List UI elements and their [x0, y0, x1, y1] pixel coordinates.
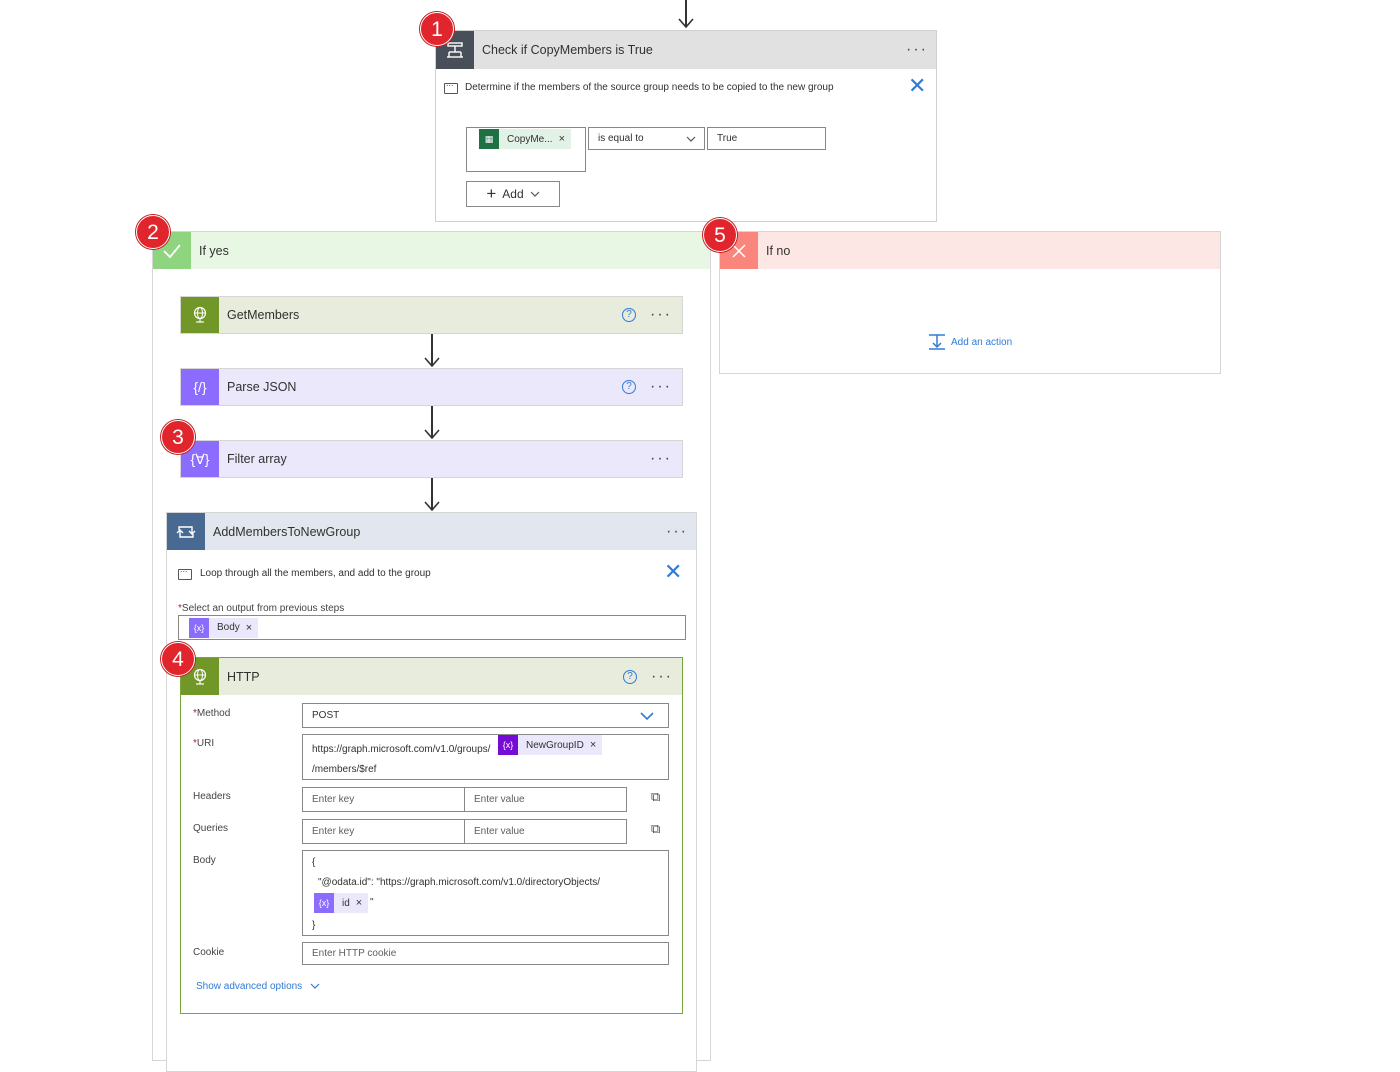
- body-text-line: "@odata.id": "https://graph.microsoft.co…: [318, 877, 601, 888]
- callout-badge-3: 3: [161, 420, 195, 454]
- uri-input[interactable]: https://graph.microsoft.com/v1.0/groups/…: [302, 734, 669, 780]
- data-operation-icon: {x}: [314, 893, 334, 913]
- callout-badge-1: 1: [420, 12, 454, 46]
- show-advanced-options-link[interactable]: Show advanced options: [196, 981, 320, 992]
- if-yes-label: If yes: [199, 243, 229, 258]
- action-title: GetMembers: [227, 308, 300, 322]
- method-label: *Method: [193, 708, 231, 719]
- data-operation-icon: {/}: [181, 369, 219, 405]
- uri-label: *URI: [193, 738, 215, 749]
- method-select[interactable]: POST: [302, 703, 669, 728]
- condition-card: Check if CopyMembers is True ··· Determi…: [435, 30, 937, 222]
- headers-key-input[interactable]: Enter key: [302, 787, 465, 812]
- more-options-icon[interactable]: ···: [902, 42, 932, 58]
- condition-operand-left[interactable]: ▦ CopyMe... ×: [466, 127, 586, 172]
- body-text-line: ": [370, 897, 374, 908]
- close-comment-icon[interactable]: ✕: [664, 561, 682, 583]
- copymembers-token[interactable]: ▦ CopyMe... ×: [479, 129, 572, 149]
- connector-arrowhead: [678, 18, 694, 29]
- more-options-icon[interactable]: ···: [647, 668, 677, 684]
- chevron-down-icon: [686, 136, 696, 142]
- more-options-icon[interactable]: ···: [646, 451, 676, 467]
- callout-badge-5: 5: [703, 218, 737, 252]
- chevron-down-icon: [310, 983, 320, 989]
- action-title: Filter array: [227, 452, 287, 466]
- comment-icon: [178, 564, 192, 580]
- add-an-action-button[interactable]: Add an action: [928, 333, 1012, 351]
- chevron-down-icon: [530, 191, 540, 197]
- more-options-icon[interactable]: ···: [646, 379, 676, 395]
- loop-title: AddMembersToNewGroup: [213, 524, 361, 539]
- operator-select[interactable]: is equal to: [588, 127, 705, 150]
- uri-suffix-text: /members/$ref: [312, 764, 377, 775]
- condition-title: Check if CopyMembers is True: [482, 43, 653, 57]
- parse-json-header[interactable]: {/} Parse JSON ? ···: [181, 369, 682, 405]
- more-options-icon[interactable]: ···: [646, 307, 676, 323]
- plus-icon: +: [486, 184, 497, 203]
- more-options-icon[interactable]: ···: [662, 523, 692, 539]
- help-icon[interactable]: ?: [623, 669, 637, 684]
- action-title: Parse JSON: [227, 380, 297, 394]
- loop-header[interactable]: AddMembersToNewGroup ···: [167, 513, 696, 550]
- excel-icon: ▦: [479, 129, 499, 149]
- if-no-branch: If no Add an action: [719, 231, 1221, 374]
- http-title: HTTP: [227, 669, 260, 684]
- remove-token-icon[interactable]: ×: [246, 622, 258, 634]
- chevron-down-icon: [640, 712, 654, 721]
- condition-header[interactable]: Check if CopyMembers is True ···: [436, 31, 936, 69]
- headers-value-input[interactable]: Enter value: [464, 787, 627, 812]
- queries-label: Queries: [193, 823, 229, 834]
- body-text-line: {: [312, 857, 316, 868]
- body-token[interactable]: {x} Body ×: [189, 617, 259, 638]
- http-action-card: HTTP ? ··· *Method POST *URI https://gra…: [180, 657, 683, 1014]
- newgroupid-token[interactable]: {x} NewGroupID ×: [498, 735, 603, 755]
- comment-icon: [444, 78, 458, 94]
- switch-to-text-mode-icon[interactable]: ⧉: [651, 789, 660, 805]
- help-icon[interactable]: ?: [622, 380, 636, 394]
- remove-token-icon[interactable]: ×: [356, 897, 368, 909]
- if-yes-header[interactable]: If yes: [153, 232, 710, 269]
- variable-icon: {x}: [498, 735, 518, 755]
- condition-comment[interactable]: Determine if the members of the source g…: [465, 82, 834, 93]
- headers-label: Headers: [193, 791, 231, 802]
- id-token[interactable]: {x} id ×: [314, 893, 369, 913]
- data-operation-icon: {x}: [189, 617, 209, 638]
- condition-value-input[interactable]: True: [707, 127, 826, 150]
- getmembers-header[interactable]: GetMembers ? ···: [181, 297, 682, 333]
- action-card-getmembers[interactable]: GetMembers ? ···: [180, 296, 683, 334]
- action-card-parse-json[interactable]: {/} Parse JSON ? ···: [180, 368, 683, 406]
- filter-array-header[interactable]: {∀} Filter array ···: [181, 441, 682, 477]
- add-button[interactable]: + Add: [466, 181, 560, 207]
- loop-comment[interactable]: Loop through all the members, and add to…: [200, 568, 431, 579]
- callout-badge-2: 2: [136, 215, 170, 249]
- body-label: Body: [193, 855, 216, 866]
- help-icon[interactable]: ?: [622, 308, 636, 322]
- cookie-input[interactable]: Enter HTTP cookie: [302, 942, 669, 965]
- if-no-label: If no: [766, 243, 791, 258]
- select-output-label: *Select an output from previous steps: [178, 603, 345, 614]
- queries-key-input[interactable]: Enter key: [302, 819, 465, 844]
- close-comment-icon[interactable]: ✕: [908, 75, 926, 97]
- remove-token-icon[interactable]: ×: [590, 739, 602, 751]
- remove-token-icon[interactable]: ×: [559, 133, 571, 145]
- callout-badge-4: 4: [161, 642, 195, 676]
- cookie-label: Cookie: [193, 947, 225, 958]
- action-card-filter-array[interactable]: {∀} Filter array ···: [180, 440, 683, 478]
- queries-value-input[interactable]: Enter value: [464, 819, 627, 844]
- body-input[interactable]: { "@odata.id": "https://graph.microsoft.…: [302, 850, 669, 936]
- if-no-header[interactable]: If no: [720, 232, 1220, 269]
- http-header[interactable]: HTTP ? ···: [181, 658, 682, 695]
- select-output-input[interactable]: {x} Body ×: [178, 615, 686, 640]
- globe-icon: [181, 297, 219, 333]
- switch-to-text-mode-icon[interactable]: ⧉: [651, 821, 660, 837]
- loop-icon: [167, 513, 205, 550]
- body-text-line: }: [312, 920, 316, 931]
- uri-prefix-text: https://graph.microsoft.com/v1.0/groups/: [312, 744, 491, 755]
- add-action-icon: [929, 334, 945, 350]
